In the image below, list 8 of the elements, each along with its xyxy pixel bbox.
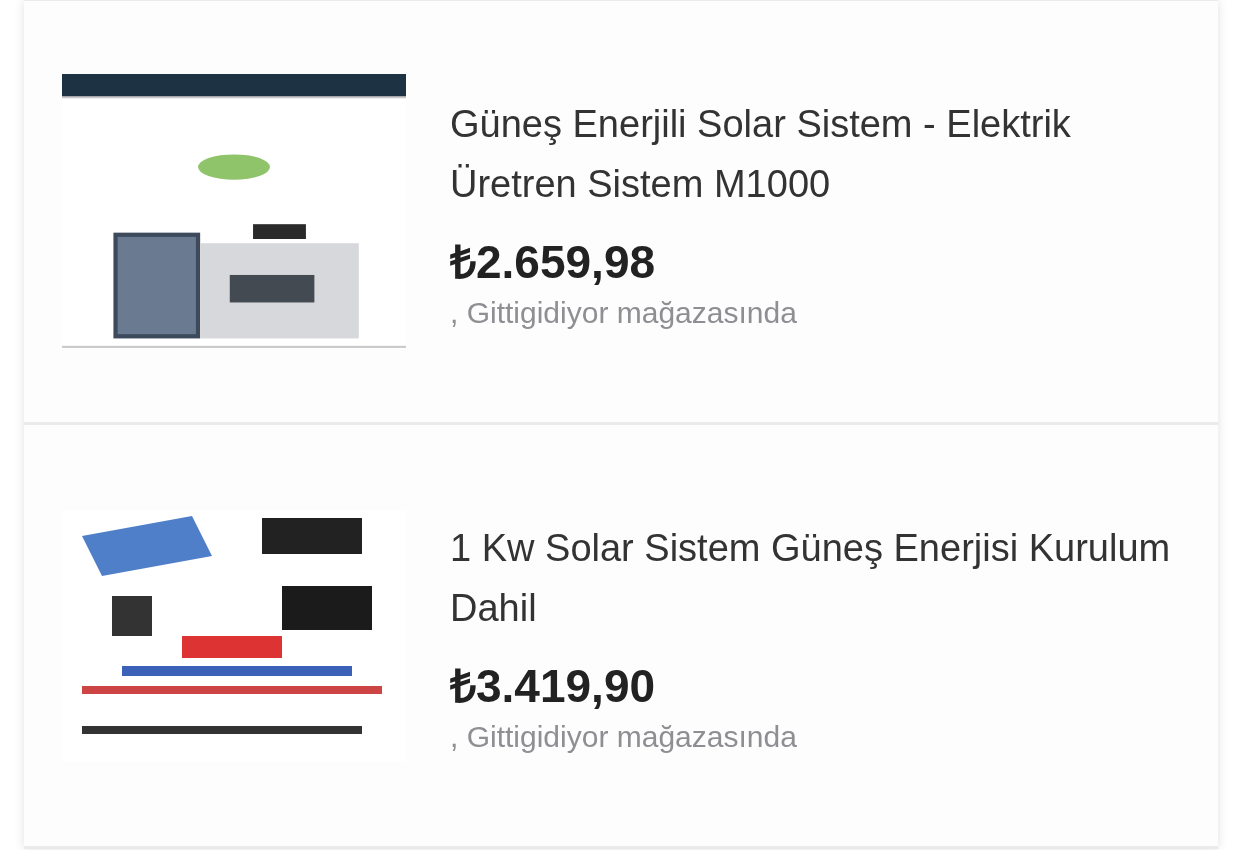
product-price: ₺3.419,90 [450, 658, 657, 714]
product-card[interactable]: 1 Kw Solar Sistem Güneş Enerjisi Kurulum Dahil ₺3.419,90 , Gittigidiyor mağazasında [24, 425, 1218, 846]
store-text: , Gittigidiyor mağazasında [450, 719, 798, 754]
product-title[interactable]: Güneş Enerjili Solar Sistem - Elektrik Üretren Sistem M1000 [450, 93, 1178, 214]
store-text: , Gittigidiyor mağazasında [450, 295, 798, 330]
product-card[interactable]: Güneş Enerjili Solar Sistem - Elektrik Üretren Sistem M1000 ₺2.659,98 , Gittigidiyor mağazasında [24, 1, 1218, 422]
product-title[interactable]: 1 Kw Solar Sistem Güneş Enerjisi Kurulum Dahil [450, 517, 1178, 638]
product-price: ₺2.659,98 [450, 234, 657, 290]
